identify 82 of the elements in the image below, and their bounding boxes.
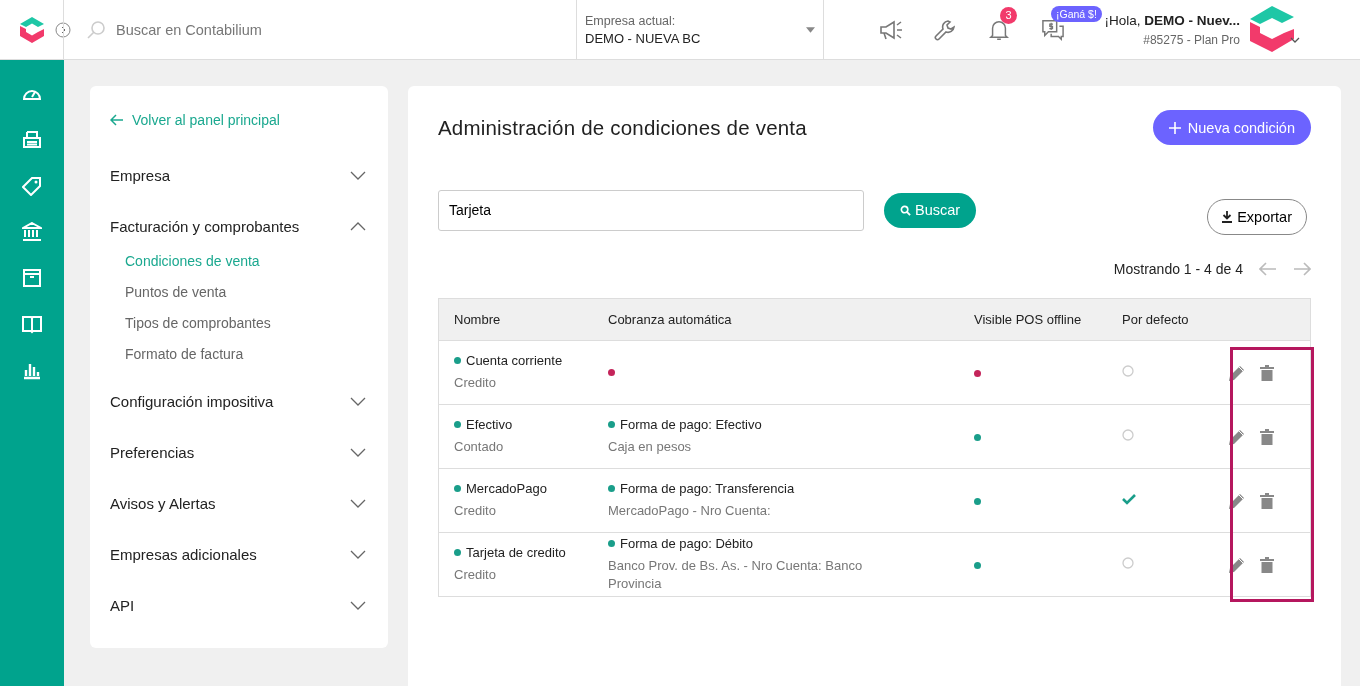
tag-icon[interactable] <box>22 176 42 196</box>
menu-section[interactable]: Configuración impositiva <box>110 376 368 427</box>
payment-method: Forma de pago: Débito <box>620 536 753 551</box>
search-icon <box>900 204 911 216</box>
greeting: ¡Hola, DEMO - Nuev... <box>1104 12 1240 28</box>
chevron-icon <box>350 601 366 610</box>
wrench-icon[interactable] <box>932 18 958 41</box>
company-label: Empresa actual: <box>585 13 677 28</box>
edit-pencil-icon[interactable] <box>1228 363 1246 382</box>
arrow-left-icon[interactable] <box>1259 262 1277 276</box>
condition-name: Efectivo <box>466 417 513 432</box>
plus-icon <box>1168 121 1181 134</box>
trash-icon[interactable] <box>1258 491 1276 510</box>
condition-type: Credito <box>454 566 497 584</box>
submenu-item[interactable]: Formato de factura <box>110 339 368 370</box>
arrow-left-icon <box>110 114 124 126</box>
printer-icon[interactable] <box>22 130 42 150</box>
chevron-icon <box>350 550 366 559</box>
logo-icon[interactable] <box>19 15 45 44</box>
radio-circle-icon[interactable] <box>1122 429 1134 441</box>
condition-type: Credito <box>454 502 497 520</box>
trash-icon[interactable] <box>1258 555 1276 574</box>
chevron-icon <box>350 499 366 508</box>
export-button[interactable]: Exportar <box>1207 199 1307 235</box>
dropdown-icon <box>806 26 815 33</box>
trash-icon[interactable] <box>1258 363 1276 382</box>
status-dot <box>454 421 461 428</box>
menu-section[interactable]: Preferencias <box>110 427 368 478</box>
column-header: Por defecto <box>1122 298 1222 341</box>
menu-section[interactable]: Empresa <box>110 150 368 201</box>
page-title: Administración de condiciones de venta <box>438 115 807 140</box>
search-icon <box>86 19 106 40</box>
payment-detail: MercadoPago - Nro Cuenta: <box>608 502 772 520</box>
status-dot <box>454 357 461 364</box>
arrow-right-icon[interactable] <box>1293 262 1311 276</box>
chevron-icon <box>350 448 366 457</box>
chevron-icon <box>350 397 366 406</box>
condition-name: Tarjeta de credito <box>466 545 566 560</box>
new-condition-button[interactable]: Nueva condición <box>1152 110 1311 145</box>
bank-icon[interactable] <box>22 222 42 242</box>
promo-badge[interactable]: ¡Ganá $! <box>1051 5 1102 22</box>
company-name: DEMO - NUEVA BC <box>585 30 702 46</box>
condition-type: Contado <box>454 438 505 456</box>
column-header: Nombre <box>438 298 608 341</box>
condition-name: MercadoPago <box>466 481 547 496</box>
payment-detail: Caja en pesos <box>608 438 693 456</box>
expand-icon[interactable] <box>55 21 71 38</box>
book-icon[interactable] <box>22 314 42 334</box>
edit-pencil-icon[interactable] <box>1228 555 1246 574</box>
trash-icon[interactable] <box>1258 427 1276 446</box>
search-field[interactable]: Tarjeta <box>438 189 864 231</box>
chevron-icon <box>350 222 366 231</box>
megaphone-icon[interactable] <box>878 18 904 41</box>
payment-method: Forma de pago: Efectivo <box>620 417 762 432</box>
column-header: Visible POS offline <box>974 298 1122 341</box>
submenu-item[interactable]: Tipos de comprobantes <box>110 308 368 339</box>
submenu-item[interactable]: Puntos de venta <box>110 277 368 308</box>
edit-pencil-icon[interactable] <box>1228 491 1246 510</box>
condition-name: Cuenta corriente <box>466 353 563 368</box>
check-icon[interactable] <box>1122 494 1136 505</box>
payment-method: Forma de pago: Transferencia <box>620 481 795 496</box>
pagination-info: Mostrando 1 - 4 de 4 <box>1113 261 1243 277</box>
status-dot <box>454 485 461 492</box>
avatar-logo-icon[interactable] <box>1248 4 1300 55</box>
radio-circle-icon[interactable] <box>1122 557 1134 569</box>
download-icon <box>1222 211 1233 223</box>
notification-badge: 3 <box>1000 6 1017 24</box>
radio-circle-icon[interactable] <box>1122 365 1134 377</box>
condition-type: Credito <box>454 374 497 392</box>
menu-section[interactable]: API <box>110 580 368 631</box>
column-header: Cobranza automática <box>608 298 974 341</box>
chevron-icon <box>350 171 366 180</box>
account-plan: #85275 - Plan Pro <box>1143 32 1240 47</box>
menu-section[interactable]: Avisos y Alertas <box>110 478 368 529</box>
box-icon[interactable] <box>22 268 42 288</box>
edit-pencil-icon[interactable] <box>1228 427 1246 446</box>
status-dot <box>454 549 461 556</box>
chat-money-icon[interactable] <box>1040 18 1066 41</box>
global-search-field[interactable]: Buscar en Contabilium <box>114 20 518 39</box>
company-selector[interactable]: Empresa actual: DEMO - NUEVA BC <box>576 0 824 60</box>
payment-detail: Banco Prov. de Bs. As. - Nro Cuenta: Banco Provincia <box>608 557 864 593</box>
menu-section[interactable]: Empresas adicionales <box>110 529 368 580</box>
